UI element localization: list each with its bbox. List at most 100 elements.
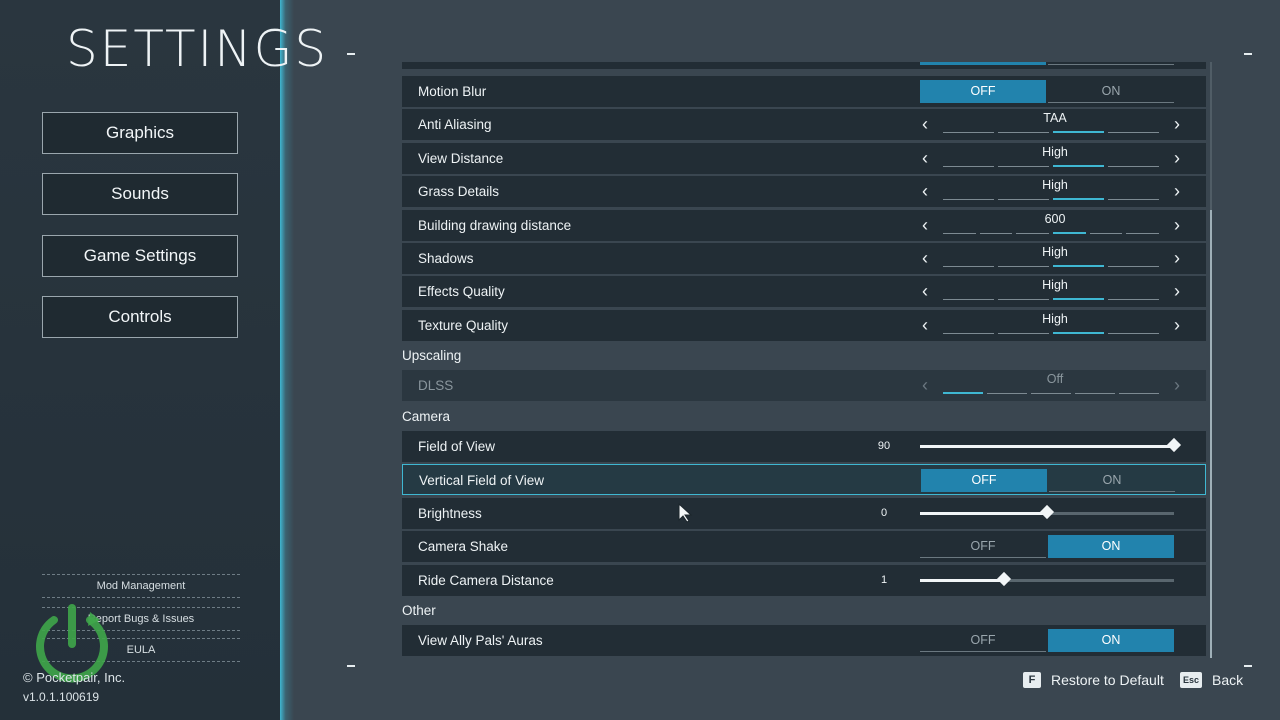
- version-text: v1.0.1.100619: [23, 690, 100, 704]
- toggle-off-option[interactable]: OFF: [920, 535, 1046, 559]
- slider-track[interactable]: [920, 437, 1182, 453]
- toggle-off-option[interactable]: OFF: [921, 469, 1047, 493]
- selector-segment: [1053, 231, 1086, 234]
- chevron-left-icon[interactable]: ‹: [916, 109, 934, 140]
- selector-segment: [943, 299, 994, 301]
- setting-row-grass-details[interactable]: Grass Details ‹ High ›: [402, 176, 1206, 208]
- selector-segment: [1053, 131, 1104, 134]
- toggle-off-option[interactable]: OFF: [920, 80, 1046, 103]
- setting-row-view-ally-pals-auras[interactable]: View Ally Pals' Auras OFF ON: [402, 625, 1206, 656]
- toggle-on-option[interactable]: ON: [1048, 629, 1174, 652]
- setting-row-view-distance[interactable]: View Distance ‹ High ›: [402, 142, 1206, 174]
- back-button[interactable]: Esc Back: [1180, 672, 1243, 688]
- chevron-right-icon[interactable]: ›: [1168, 143, 1186, 174]
- slider-handle[interactable]: [996, 571, 1011, 586]
- selector-segment: [1108, 299, 1159, 301]
- toggle-switch[interactable]: OFF ON: [920, 629, 1174, 652]
- selector-segment: [987, 393, 1027, 394]
- toggle-switch[interactable]: OFF ON: [920, 535, 1174, 559]
- nav-sounds-button[interactable]: Sounds: [42, 173, 238, 215]
- selector-segment: [979, 232, 1013, 234]
- chevron-right-icon[interactable]: ›: [1168, 109, 1186, 140]
- toggle-on-option[interactable]: ON: [1049, 469, 1175, 493]
- chevron-left-icon[interactable]: ‹: [916, 370, 934, 401]
- chevron-right-icon[interactable]: ›: [1168, 243, 1186, 274]
- setting-row-anti-aliasing[interactable]: Anti Aliasing ‹ TAA ›: [402, 109, 1206, 141]
- setting-row-texture-quality[interactable]: Texture Quality ‹ High ›: [402, 309, 1206, 341]
- restore-default-button[interactable]: F Restore to Default: [1023, 672, 1164, 688]
- setting-label: View Ally Pals' Auras: [418, 633, 543, 648]
- scrollbar-thumb[interactable]: [1210, 210, 1212, 658]
- toggle-switch[interactable]: OFF ON: [921, 469, 1175, 493]
- option-selector: ‹ High ›: [916, 143, 1180, 174]
- setting-row-dlss[interactable]: DLSS ‹ Off ›: [402, 370, 1206, 401]
- setting-row-camera-shake[interactable]: Camera Shake OFF ON: [402, 531, 1206, 563]
- setting-row-motion-blur[interactable]: Motion Blur OFF ON: [402, 76, 1206, 107]
- selector-value: High: [1042, 278, 1068, 293]
- chevron-left-icon[interactable]: ‹: [916, 143, 934, 174]
- copyright-text: © Pocketpair, Inc.: [23, 670, 126, 685]
- option-selector: ‹ High ›: [916, 243, 1180, 274]
- selector-segment: [1108, 132, 1159, 134]
- toggle-on-option[interactable]: ON: [1048, 535, 1174, 559]
- toggle-switch[interactable]: OFF ON: [920, 80, 1174, 103]
- chevron-left-icon[interactable]: ‹: [916, 243, 934, 274]
- toggle-on-option[interactable]: [1048, 62, 1174, 65]
- back-label: Back: [1212, 672, 1244, 688]
- setting-label: Effects Quality: [418, 284, 505, 300]
- toggle-off-option[interactable]: [920, 62, 1046, 65]
- mouse-cursor-icon: [678, 503, 693, 523]
- setting-label: Field of View: [418, 439, 496, 454]
- nav-game-settings-button[interactable]: Game Settings: [42, 235, 238, 277]
- page-title: SETTINGS: [66, 20, 329, 78]
- chevron-right-icon[interactable]: ›: [1168, 176, 1186, 207]
- toggle-on-option[interactable]: ON: [1048, 80, 1174, 103]
- selector-segment: [998, 165, 1049, 167]
- chevron-right-icon[interactable]: ›: [1168, 210, 1186, 241]
- setting-label: View Distance: [418, 150, 504, 166]
- chevron-right-icon[interactable]: ›: [1168, 310, 1186, 341]
- selector-segment: [1016, 232, 1049, 234]
- corner-mark: [347, 53, 355, 55]
- slider-track[interactable]: [920, 571, 1174, 586]
- selector-value: 600: [1044, 211, 1066, 226]
- setting-row-shadows[interactable]: Shadows ‹ High ›: [402, 243, 1206, 274]
- option-selector: ‹ 600 ›: [916, 210, 1180, 241]
- option-selector: ‹ TAA ›: [916, 109, 1180, 140]
- chevron-left-icon[interactable]: ‹: [916, 176, 934, 207]
- setting-row-ride-camera-distance[interactable]: Ride Camera Distance 1: [402, 564, 1206, 596]
- selector-segment: [943, 332, 994, 334]
- slider-value: 90: [877, 440, 891, 452]
- setting-row-effects-quality[interactable]: Effects Quality ‹ High ›: [402, 276, 1206, 308]
- selector-value: TAA: [1043, 111, 1067, 126]
- selector-segment: [1053, 331, 1104, 334]
- setting-label: DLSS: [418, 378, 454, 393]
- selector-segment: [1053, 198, 1104, 201]
- setting-row-field-of-view[interactable]: Field of View 90: [402, 431, 1206, 462]
- toggle-switch[interactable]: [920, 62, 1174, 65]
- settings-list: Motion Blur OFF ON Anti Aliasing ‹ TAA › View D…: [402, 62, 1208, 658]
- toggle-off-option[interactable]: OFF: [920, 629, 1046, 652]
- slider-track[interactable]: [920, 504, 1174, 519]
- chevron-right-icon[interactable]: ›: [1168, 370, 1186, 401]
- setting-row-partial[interactable]: [402, 62, 1206, 69]
- chevron-left-icon[interactable]: ‹: [916, 276, 934, 307]
- selector-segment: [998, 299, 1049, 301]
- selector-value: High: [1042, 178, 1068, 193]
- mod-management-link[interactable]: Mod Management: [42, 574, 240, 598]
- setting-row-vertical-field-of-view[interactable]: Vertical Field of View OFF ON: [402, 464, 1206, 496]
- chevron-left-icon[interactable]: ‹: [916, 310, 934, 341]
- slider-handle[interactable]: [1039, 504, 1055, 519]
- setting-label: Anti Aliasing: [418, 117, 492, 133]
- setting-row-building-drawing-distance[interactable]: Building drawing distance ‹ 600 ›: [402, 209, 1206, 241]
- nav-controls-button[interactable]: Controls: [42, 296, 238, 338]
- chevron-right-icon[interactable]: ›: [1168, 276, 1186, 307]
- selector-segment: [998, 199, 1049, 201]
- selector-segment: [1053, 265, 1104, 267]
- nav-graphics-button[interactable]: Graphics: [42, 112, 238, 154]
- chevron-left-icon[interactable]: ‹: [916, 210, 934, 241]
- selector-segment: [1119, 393, 1159, 394]
- section-title: Other: [402, 603, 436, 618]
- slider-handle[interactable]: [1166, 437, 1182, 453]
- setting-row-brightness[interactable]: Brightness 0: [402, 497, 1206, 529]
